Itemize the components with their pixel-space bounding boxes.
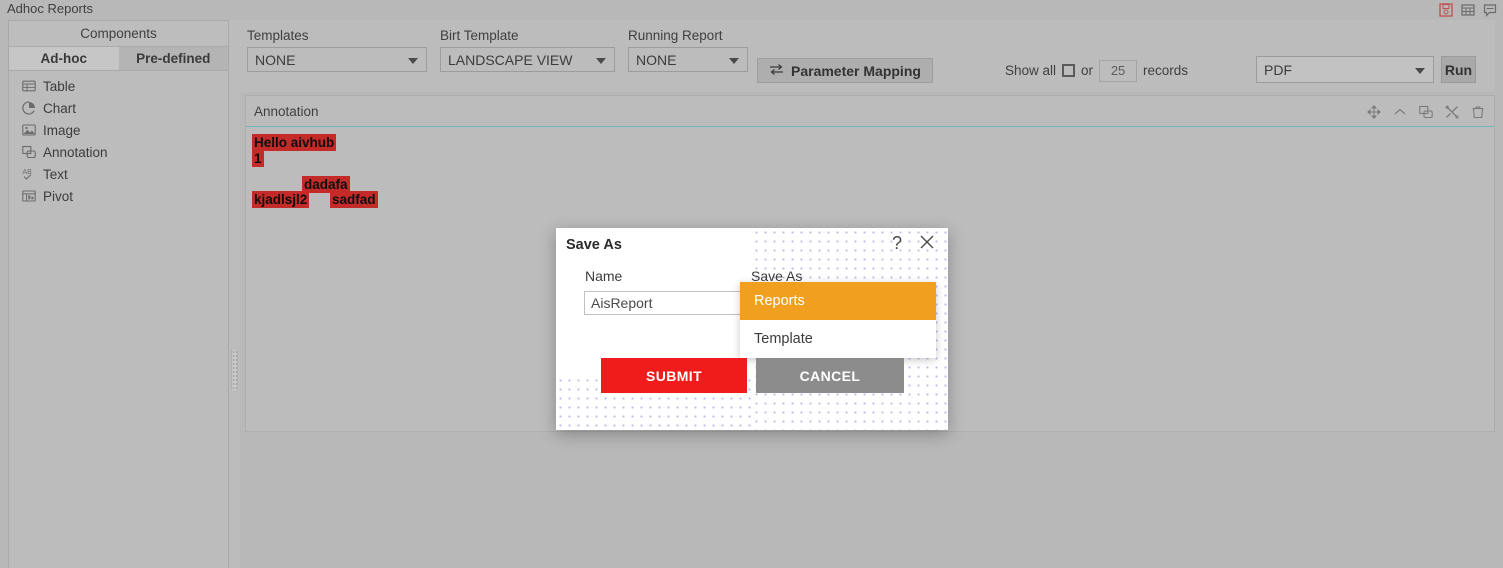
show-all-checkbox[interactable] [1062,64,1076,77]
delete-trash-icon[interactable] [1470,104,1485,119]
birt-template-label: Birt Template [440,28,519,43]
annotation-text-2: 1 [252,150,264,167]
report-toolbar: Templates NONE Birt Template LANDSCAPE V… [240,20,1495,92]
component-list: Table Chart Image Annotation AB Text Piv… [9,71,228,207]
show-all-records-group: Show all or records [1005,58,1188,83]
sidebar-item-label: Annotation [43,144,108,160]
duplicate-icon[interactable] [1418,104,1433,119]
annotation-panel-header: Annotation [246,96,1494,126]
templates-select[interactable]: NONE [247,47,427,72]
annotation-text-1: Hello aivhub [252,134,337,151]
grid-view-icon[interactable] [1460,2,1476,18]
name-input[interactable] [584,291,764,315]
image-icon [21,123,36,138]
sidebar-item-image[interactable]: Image [9,119,228,141]
running-report-label: Running Report [628,28,723,43]
sidebar-item-label: Image [43,122,81,138]
annotation-text-3: kjadlsjl2 [252,191,310,208]
templates-field-group: Templates NONE [247,28,427,72]
parameter-mapping-label: Parameter Mapping [791,62,921,79]
output-format-value: PDF [1264,61,1292,78]
sidebar-item-annotation[interactable]: Annotation [9,141,228,163]
records-label: records [1143,63,1189,78]
sidebar-item-label: Text [43,166,68,182]
templates-label: Templates [247,28,309,43]
or-label: or [1081,63,1094,78]
submit-button[interactable]: SUBMIT [601,358,747,393]
dialog-title: Save As [566,237,622,253]
table-icon [21,79,36,94]
settings-tools-icon[interactable] [1444,104,1459,119]
chevron-down-icon [408,57,418,64]
chevron-down-icon [596,57,606,64]
components-header: Components [9,21,228,47]
running-report-select[interactable]: NONE [628,47,748,72]
name-field-label: Name [585,268,623,284]
titlebar-icon-group [1438,2,1498,18]
annotation-icon [21,145,36,160]
cancel-button[interactable]: CANCEL [756,358,904,393]
sidebar-tabs: Ad-hoc Pre-defined [9,47,228,71]
app-title: Adhoc Reports [7,1,93,16]
help-icon[interactable]: ? [892,234,902,252]
sidebar-item-label: Table [43,78,76,94]
chevron-down-icon [1415,67,1425,74]
running-report-field-group: Running Report NONE [628,28,748,72]
sidebar-tab-predefined[interactable]: Pre-defined [118,47,228,70]
pivot-icon [21,189,36,204]
comment-icon[interactable] [1482,2,1498,18]
show-all-label: Show all [1005,63,1057,78]
text-ab-icon: AB [21,167,36,182]
birt-template-field-group: Birt Template LANDSCAPE VIEW [440,28,615,72]
sidebar-item-table[interactable]: Table [9,75,228,97]
templates-select-value: NONE [255,51,296,68]
running-report-select-value: NONE [636,51,677,68]
birt-template-select-value: LANDSCAPE VIEW [448,51,573,68]
panel-title: Annotation [254,103,319,119]
run-button[interactable]: Run [1441,56,1476,83]
swap-arrows-icon [769,63,784,79]
window-titlebar: Adhoc Reports [0,0,1503,20]
sidebar-item-pivot[interactable]: Pivot [9,185,228,207]
annotation-text-5: sadfad [330,191,378,208]
annotation-line: kjadlsjl2 dadafa sadfad [252,175,1488,208]
sidebar-item-label: Chart [43,100,77,116]
sidebar-splitter[interactable] [229,20,240,568]
components-sidebar: Components Ad-hoc Pre-defined Table Char… [8,20,229,568]
dropdown-option-reports[interactable]: Reports [740,282,936,320]
panel-tool-group [1366,104,1485,119]
collapse-chevron-icon[interactable] [1392,104,1407,119]
birt-template-select[interactable]: LANDSCAPE VIEW [440,47,615,72]
parameter-mapping-button[interactable]: Parameter Mapping [757,58,933,83]
annotation-line: Hello aivhub [252,134,1488,151]
records-count-input[interactable] [1099,59,1138,82]
output-format-select[interactable]: PDF [1256,56,1434,83]
chevron-down-icon [729,57,739,64]
splitter-grip[interactable] [231,350,238,390]
save-as-dropdown-list[interactable]: Reports Template [740,282,936,358]
close-icon[interactable] [918,233,936,251]
sidebar-item-text[interactable]: AB Text [9,163,228,185]
annotation-line: 1 [252,150,1488,167]
move-icon[interactable] [1366,104,1381,119]
sidebar-tab-adhoc[interactable]: Ad-hoc [9,47,119,70]
sidebar-item-chart[interactable]: Chart [9,97,228,119]
dropdown-option-template[interactable]: Template [740,320,936,358]
save-report-icon[interactable] [1438,2,1454,18]
sidebar-item-label: Pivot [43,188,74,204]
pie-chart-icon [21,101,36,116]
save-as-dialog: Save As ? Name Save As Reports Template … [556,228,948,430]
